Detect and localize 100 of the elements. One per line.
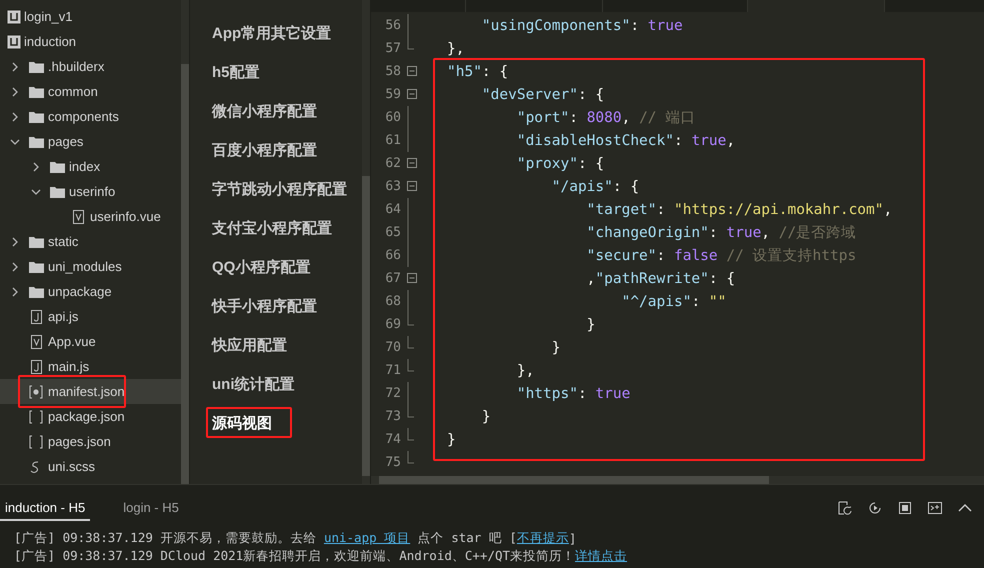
chevron-right-icon[interactable] [10,86,20,96]
line-number: 71 [384,363,401,378]
nav-item[interactable]: 支付宝小程序配置 [212,219,332,238]
code-line: } [480,408,491,424]
code-line: "https": true [516,386,630,402]
folder-item[interactable]: uni_modules [0,254,181,279]
code-line: "changeOrigin": true, //是否跨域 [586,224,856,242]
nav-item[interactable]: 字节跳动小程序配置 [212,180,347,199]
folder-icon [50,186,64,198]
nav-item[interactable]: 快应用配置 [212,336,287,355]
nav-item[interactable]: App常用其它设置 [212,24,332,43]
file-item[interactable]: package.json [0,404,181,429]
folder-icon [28,110,44,122]
folder-item[interactable]: .hbuilderx [0,54,181,79]
chevron-down-icon[interactable] [10,136,20,146]
line-number: 59 [384,87,401,102]
code-line: "target": "https://api.mokahr.com", [586,202,892,218]
folder-item[interactable]: induction [0,29,181,54]
code-line: "secure": false // 设置支持https [586,247,856,265]
line-number: 67 [384,271,401,286]
fold-icon[interactable] [407,89,417,99]
code-line: "devServer": { [480,86,604,102]
folder-item[interactable]: static [0,229,181,254]
nav-item[interactable]: h5配置 [212,63,260,82]
fold-icon[interactable] [407,181,417,191]
line-number: 72 [384,386,401,401]
folder-icon [50,160,64,172]
line-number: 63 [384,179,401,194]
code-line: }, [516,362,534,378]
line-number: 57 [384,41,401,56]
chevron-right-icon[interactable] [10,236,20,246]
file-item[interactable]: main.js [0,354,181,379]
nav-item[interactable]: 快手小程序配置 [212,297,317,316]
chevron-right-icon[interactable] [10,286,20,296]
js-file-icon [30,360,42,374]
folder-item[interactable]: pages [0,129,181,154]
scrollbar[interactable] [371,476,984,484]
line-number: 69 [384,317,401,332]
folder-icon [28,60,44,72]
fold-icon[interactable] [407,273,417,283]
chevron-right-icon[interactable] [10,112,20,122]
code-line: ,"pathRewrite": { [586,270,736,286]
scrollbar[interactable] [362,0,370,484]
file-item[interactable]: pages.json [0,429,181,454]
line-number: 61 [384,133,401,148]
code-line: "/apis": { [550,178,640,194]
code-line: "disableHostCheck": true, [516,132,736,148]
folder-item[interactable]: common [0,79,181,104]
console-message: [广告] 09:38:37.129 开源不易，需要鼓励。去给 uni-app 项目 点个 star 吧 [不再提示] [14,529,578,547]
line-number: 66 [384,248,401,263]
brackets-icon [29,410,43,424]
code-line: } [447,432,456,448]
line-number: 60 [384,110,401,125]
project-icon [7,34,21,48]
console-tab[interactable]: induction - H5 [0,495,90,521]
console-tab[interactable]: login - H5 [118,495,184,521]
folder-item[interactable]: unpackage [0,279,181,304]
line-number: 65 [384,225,401,240]
nav-item[interactable]: 源码视图 [212,414,272,433]
fold-icon[interactable] [407,66,417,76]
line-number: 62 [384,156,401,171]
chevron-down-icon[interactable] [31,186,41,196]
line-number: 58 [384,64,401,79]
code-line: }, [447,40,464,56]
folder-item[interactable]: login_v1 [0,4,181,29]
nav-item[interactable]: 百度小程序配置 [212,141,317,160]
folder-icon [28,260,44,272]
file-item[interactable]: uni.scss [0,454,181,479]
nav-item[interactable]: uni统计配置 [212,375,294,394]
code-line: "h5": { [447,64,508,80]
settings-file-icon [29,384,43,398]
folder-icon [28,236,44,248]
folder-item[interactable]: components [0,104,181,129]
line-number: 74 [384,432,401,447]
console-link[interactable]: 不再提示 [516,530,569,546]
chevron-right-icon[interactable] [31,162,41,172]
line-number: 64 [384,202,401,217]
nav-item[interactable]: QQ小程序配置 [212,258,310,277]
folder-item[interactable]: userinfo [0,179,181,204]
code-line: "port": 8080, // 端口 [516,109,696,127]
js-file-icon [30,310,42,324]
fold-icon[interactable] [407,158,417,168]
chevron-right-icon[interactable] [10,262,20,272]
console-link[interactable]: uni-app 项目 [324,530,410,546]
line-number: 70 [384,340,401,355]
nav-item[interactable]: 微信小程序配置 [212,102,317,121]
file-item[interactable]: App.vue [0,329,181,354]
console-link[interactable]: 详情点击 [575,548,628,564]
project-icon [7,10,21,24]
folder-icon [28,136,44,148]
file-item[interactable]: userinfo.vue [0,204,181,229]
file-item[interactable]: api.js [0,304,181,329]
chevron-right-icon[interactable] [10,62,20,72]
console-message: [广告] 09:38:37.129 DCloud 2021新春招聘开启，欢迎前端、Android、C++/QT来投简历！详情点击 [14,547,628,565]
folder-item[interactable]: index [0,154,181,179]
code-line: } [550,340,560,356]
code-line: "usingComponents": true [480,18,683,34]
vue-file-icon [72,210,84,224]
scrollbar[interactable] [181,0,189,484]
line-number: 56 [384,18,401,33]
